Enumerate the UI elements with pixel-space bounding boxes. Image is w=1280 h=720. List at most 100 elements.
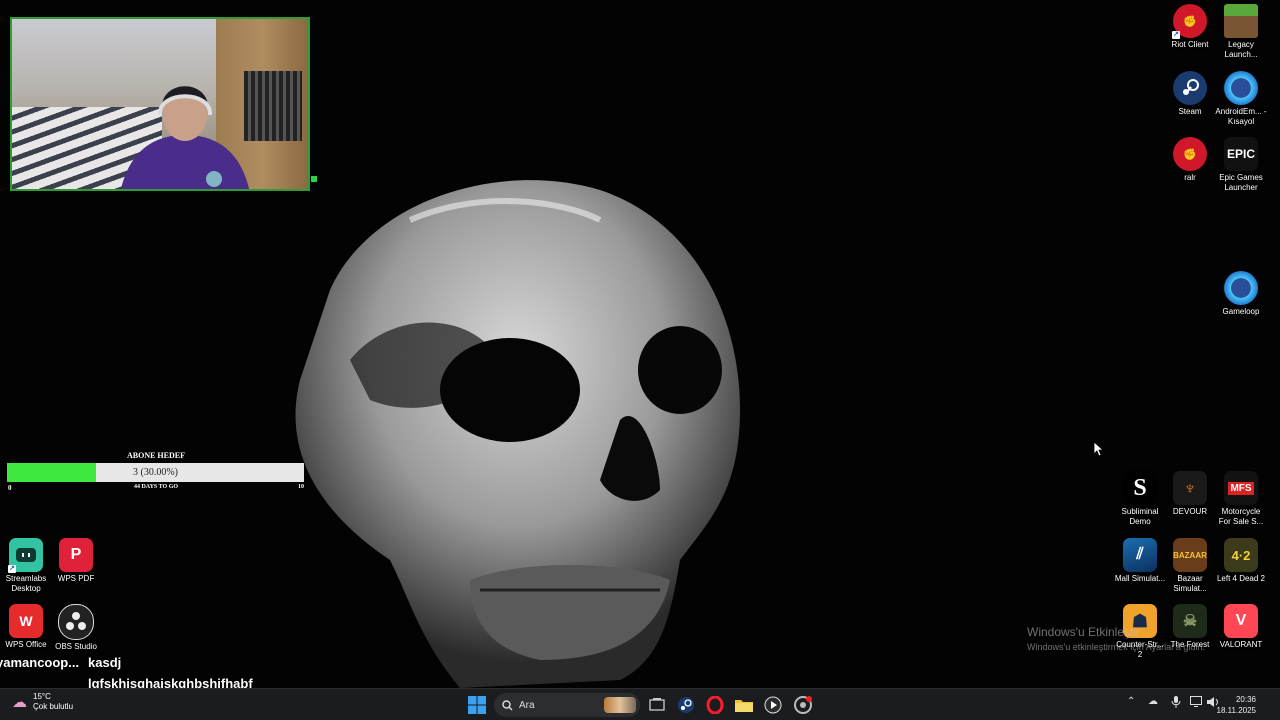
desktop-icon-label: Left 4 Dead 2: [1216, 574, 1266, 583]
desktop-icon-label: Streamlabs Desktop: [5, 574, 47, 593]
desktop-icon-left4dead2[interactable]: 4·2 Left 4 Dead 2: [1215, 538, 1267, 584]
goal-days-label: 44 DAYS TO GO: [133, 484, 179, 490]
chat-message: kasdj: [88, 655, 122, 670]
goal-progress-bar: 3 (30.00%): [7, 463, 304, 482]
desktop-icon-motorcycle[interactable]: MFS Motorcycle For Sale S...: [1215, 471, 1267, 527]
devour-icon: ♆: [1173, 471, 1207, 505]
desktop-icon-riot-client[interactable]: ✊ ↗ Riot Client: [1164, 4, 1216, 50]
bazaar-icon: BAZAAR: [1173, 538, 1207, 572]
clock-date: 18.11.2025: [1216, 706, 1256, 715]
desktop-icon-label: Epic Games Launcher: [1219, 173, 1263, 192]
activation-title: Windows'u Etkinleştir: [1027, 625, 1140, 639]
desktop-icon-label: Legacy Launch...: [1224, 40, 1258, 59]
desktop-icon-label: WPS PDF: [57, 574, 95, 583]
tray-overflow-button[interactable]: ⌃: [1127, 696, 1135, 707]
opera-icon: [706, 696, 724, 714]
wps-office-icon: W: [9, 604, 43, 638]
shortcut-arrow-icon: ↗: [8, 565, 16, 573]
goal-progress-text: 3 (30.00%): [133, 467, 178, 478]
desktop-icon-streamlabs[interactable]: ↗ Streamlabs Desktop: [0, 538, 52, 594]
skull-wallpaper-image: [295, 180, 740, 688]
desktop-icon-bazaar-simulator[interactable]: BAZAAR Bazaar Simulat...: [1164, 538, 1216, 594]
start-button[interactable]: [468, 693, 486, 717]
webcam-overlay[interactable]: [10, 17, 310, 191]
shortcut-arrow-icon: ↗: [1172, 31, 1180, 39]
mouse-cursor-icon: [1094, 442, 1104, 457]
desktop-icon-obs[interactable]: OBS Studio: [50, 604, 102, 652]
desktop-icon-label: Bazaar Simulat...: [1173, 574, 1207, 593]
desktop-icon-subliminal[interactable]: S Subliminal Demo: [1114, 471, 1166, 527]
taskbar-clock[interactable]: 20:36 18.11.2025: [1217, 694, 1256, 716]
taskbar-file-explorer[interactable]: [735, 693, 753, 717]
goal-max-label: 10: [298, 484, 304, 490]
desktop-icon-label: ralr: [1184, 173, 1196, 182]
taskbar-search-box[interactable]: Ara: [494, 693, 640, 717]
taskbar: ☁ 15°C Çok bulutlu Ara ⌃ ☁ 20:36 18.11.2…: [0, 688, 1280, 720]
activation-watermark: Windows'u Etkinleştir Windows'u etkinleş…: [1027, 625, 1205, 652]
desktop-icon-androidem[interactable]: AndroidEm... - Kısayol: [1215, 71, 1267, 127]
subscriber-goal-widget: ABONE HEDEF 3 (30.00%) 0 44 DAYS TO GO 1…: [7, 449, 305, 497]
tray-microphone[interactable]: [1171, 696, 1181, 711]
chevron-up-icon: ⌃: [1127, 696, 1136, 707]
webcam-resize-handle[interactable]: [311, 176, 317, 182]
riot-icon: ✊: [1173, 137, 1207, 171]
search-highlight-icon: [604, 697, 636, 713]
desktop-icon-legacy-launcher[interactable]: Legacy Launch...: [1215, 4, 1267, 60]
onedrive-icon: ☁: [1148, 696, 1158, 707]
weather-description: Çok bulutlu: [33, 702, 74, 711]
wps-pdf-icon: P: [59, 538, 93, 572]
desktop-icon-ralr[interactable]: ✊ ralr: [1164, 137, 1216, 183]
desktop-icon-epic-games[interactable]: EPIC Epic Games Launcher: [1215, 137, 1267, 193]
taskbar-opera[interactable]: [706, 693, 724, 717]
desktop-icon-label: DEVOUR: [1172, 507, 1208, 516]
tray-onedrive[interactable]: ☁: [1148, 696, 1158, 707]
clock-time: 20:36: [1235, 695, 1256, 704]
gameloop-icon: [1224, 71, 1258, 105]
desktop-icon-label: AndroidEm... - Kısayol: [1215, 107, 1267, 126]
obs-icon: [58, 604, 94, 640]
webcam-streamer-image: [121, 86, 249, 189]
media-player-icon: [764, 696, 782, 714]
desktop-icon-valorant[interactable]: V VALORANT: [1215, 604, 1267, 650]
epic-icon: EPIC: [1224, 137, 1258, 171]
streamlabs-icon: ↗: [8, 538, 43, 573]
desktop-icon-label: WPS Office: [5, 640, 47, 649]
subliminal-icon: S: [1123, 471, 1157, 505]
search-icon: [502, 699, 513, 710]
mfs-icon: MFS: [1224, 471, 1258, 505]
steam-icon: [678, 697, 694, 713]
desktop-icon-wps-pdf[interactable]: P WPS PDF: [50, 538, 102, 584]
windows-start-icon: [468, 696, 486, 714]
goal-title: ABONE HEDEF: [126, 451, 185, 460]
weather-widget[interactable]: ☁ 15°C Çok bulutlu: [12, 692, 73, 712]
microphone-icon: [1171, 696, 1181, 708]
desktop-icon-label: Gameloop: [1222, 307, 1260, 316]
desktop-icon-steam[interactable]: Steam: [1164, 71, 1216, 117]
valorant-icon: V: [1224, 604, 1258, 638]
minecraft-icon: [1224, 4, 1258, 38]
file-explorer-icon: [735, 700, 753, 712]
taskbar-media-player[interactable]: [764, 693, 782, 717]
taskbar-steam[interactable]: [677, 693, 695, 717]
desktop-icon-devour[interactable]: ♆ DEVOUR: [1164, 471, 1216, 517]
desktop-icon-mall-simulator[interactable]: ⫽ Mall Simulat...: [1114, 538, 1166, 584]
desktop-icon-label: Subliminal Demo: [1121, 507, 1159, 526]
weather-icon: ☁: [12, 694, 27, 711]
l4d2-icon: 4·2: [1224, 538, 1258, 572]
search-placeholder: Ara: [519, 699, 535, 711]
task-view-icon: [649, 698, 665, 711]
task-view-button[interactable]: [649, 693, 665, 717]
steam-icon: [1173, 71, 1207, 105]
desktop-icon-wps-office[interactable]: W WPS Office: [0, 604, 52, 650]
tray-display[interactable]: [1190, 696, 1202, 710]
desktop-icon-label: Mall Simulat...: [1114, 574, 1166, 583]
chrome-icon: [794, 696, 812, 714]
desktop-icon-label: Riot Client: [1171, 40, 1209, 49]
desktop-icon-gameloop[interactable]: Gameloop: [1215, 271, 1267, 317]
gameloop-icon: [1224, 271, 1258, 305]
display-icon: [1190, 696, 1202, 707]
chat-username: yamancoop...: [0, 655, 80, 670]
desktop-icon-label: Motorcycle For Sale S...: [1218, 507, 1264, 526]
taskbar-chrome[interactable]: [794, 693, 812, 717]
activation-subtitle: Windows'u etkinleştirmek için Ayarlar'a …: [1027, 642, 1205, 652]
